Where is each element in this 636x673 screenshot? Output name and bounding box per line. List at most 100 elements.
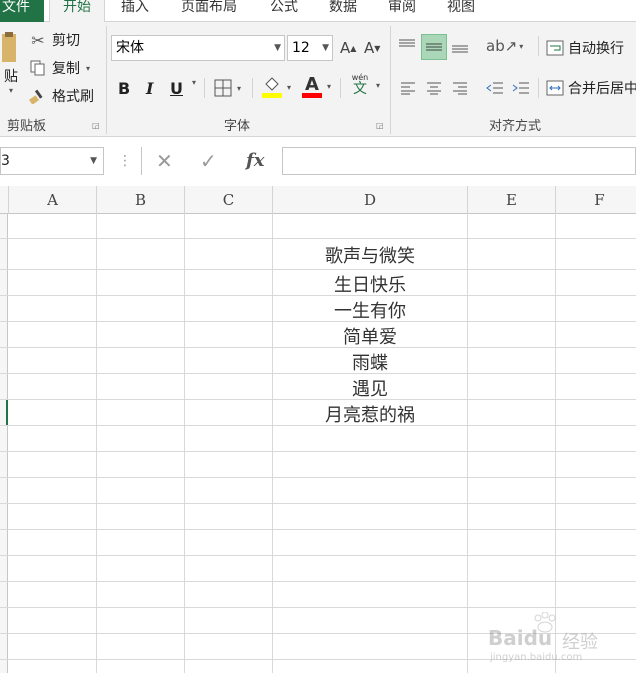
paste-icon xyxy=(2,32,16,62)
paste-button[interactable]: 贴 ▾ xyxy=(0,30,22,106)
font-color-icon: A xyxy=(302,74,322,98)
column-header-b[interactable]: B xyxy=(97,186,185,214)
align-center-button[interactable] xyxy=(426,78,444,98)
cell-d-song-6[interactable]: 遇见 xyxy=(273,375,467,400)
select-all-corner[interactable] xyxy=(0,186,9,214)
gridline xyxy=(0,451,636,452)
copy-dropdown-icon[interactable]: ▾ xyxy=(86,64,90,73)
wrap-text-icon xyxy=(546,40,564,56)
chevron-down-icon: ▾ xyxy=(519,41,524,51)
decrease-indent-icon xyxy=(486,82,503,94)
group-divider xyxy=(390,26,391,134)
tab-formulas[interactable]: 公式 xyxy=(263,0,305,22)
format-painter-label: 格式刷 xyxy=(52,89,94,105)
align-top-button[interactable] xyxy=(398,36,418,56)
italic-button[interactable]: I xyxy=(146,78,160,98)
chevron-down-icon: ▾ xyxy=(376,80,381,90)
gridline xyxy=(0,477,636,478)
tab-review[interactable]: 审阅 xyxy=(381,0,423,22)
divider xyxy=(141,147,142,175)
gridline xyxy=(0,373,636,374)
cell-d-song-1[interactable]: 歌声与微笑 xyxy=(273,242,467,268)
chevron-down-icon: ▾ xyxy=(237,83,242,93)
font-name-value: 宋体 xyxy=(116,40,144,56)
align-left-button[interactable] xyxy=(400,78,418,98)
tab-insert[interactable]: 插入 xyxy=(114,0,156,22)
column-header-f[interactable]: F xyxy=(556,186,636,214)
format-painter-button[interactable]: 格式刷 xyxy=(28,86,94,106)
column-header-a[interactable]: A xyxy=(9,186,97,214)
tab-view[interactable]: 视图 xyxy=(440,0,482,22)
gridline xyxy=(0,269,636,270)
align-left-icon xyxy=(401,82,415,95)
column-header-e[interactable]: E xyxy=(468,186,556,214)
column-header-c[interactable]: C xyxy=(185,186,273,214)
underline-dropdown-icon[interactable]: ▾ xyxy=(192,78,196,87)
align-middle-button[interactable] xyxy=(421,34,447,60)
align-bottom-button[interactable] xyxy=(451,36,471,56)
cell-d-song-2[interactable]: 生日快乐 xyxy=(273,271,467,296)
ribbon: 贴 ▾ ✂ 剪切 复制 ▾ 格式刷 剪贴板 ◲ 宋体 ▼ 12 ▼ A ▲ A ▼ … xyxy=(0,22,636,137)
font-color-button[interactable]: A ▾ xyxy=(302,74,331,98)
fill-color-button[interactable]: ▾ xyxy=(262,76,291,98)
ribbon-tabs: 文件 开始 插入 页面布局 公式 数据 审阅 视图 xyxy=(0,0,636,22)
phonetic-guide-button[interactable]: wén 文 ▾ xyxy=(350,72,380,98)
phonetic-label: 文 xyxy=(353,81,367,97)
gridline xyxy=(0,529,636,530)
paste-label: 贴 xyxy=(4,69,18,85)
wrap-text-button[interactable]: 自动换行 xyxy=(546,36,624,60)
gridline xyxy=(0,555,636,556)
clipboard-launcher-icon[interactable]: ◲ xyxy=(92,121,100,130)
cancel-icon[interactable]: ✕ xyxy=(156,147,173,175)
orientation-button[interactable]: ab↗ ▾ xyxy=(486,36,523,56)
align-right-button[interactable] xyxy=(452,78,470,98)
bold-button[interactable]: B xyxy=(118,78,132,98)
cut-button[interactable]: ✂ 剪切 xyxy=(28,30,80,50)
phonetic-icon: wén 文 xyxy=(350,73,370,97)
group-divider xyxy=(106,26,107,134)
cell-d-song-5[interactable]: 雨蝶 xyxy=(273,349,467,374)
chevron-down-icon: ▼ xyxy=(322,43,329,53)
increase-indent-button[interactable] xyxy=(512,78,532,98)
gridline xyxy=(0,238,636,239)
confirm-icon[interactable]: ✓ xyxy=(200,147,217,175)
chevron-down-icon: ▾ xyxy=(327,81,332,91)
chevron-down-icon: ▼ xyxy=(274,43,281,53)
tab-page-layout[interactable]: 页面布局 xyxy=(174,0,244,22)
font-launcher-icon[interactable]: ◲ xyxy=(376,121,384,130)
gridline xyxy=(0,503,636,504)
more-options-icon[interactable]: ⋮ xyxy=(118,147,133,175)
watermark: Baidu 经验 jingyan.baidu.com xyxy=(488,612,632,668)
borders-icon xyxy=(214,79,232,97)
underline-button[interactable]: U xyxy=(170,78,184,98)
cell-d-song-7[interactable]: 月亮惹的祸 xyxy=(273,401,467,426)
column-header-d[interactable]: D xyxy=(273,186,468,214)
font-size-value: 12 xyxy=(292,40,310,56)
insert-function-button[interactable]: fx xyxy=(246,147,264,175)
align-top-icon xyxy=(399,39,415,47)
tab-file[interactable]: 文件 xyxy=(0,0,44,22)
borders-button[interactable]: ▾ xyxy=(214,78,241,98)
copy-button[interactable]: 复制 ▾ xyxy=(28,58,90,78)
cell-d-song-3[interactable]: 一生有你 xyxy=(273,297,467,322)
formula-input[interactable] xyxy=(282,147,636,175)
worksheet-grid[interactable]: 歌声与微笑 生日快乐 一生有你 简单爱 雨蝶 遇见 月亮惹的祸 Baidu 经验… xyxy=(0,214,636,673)
gridline xyxy=(0,581,636,582)
name-box[interactable]: 3 ▼ xyxy=(0,147,104,175)
font-color-letter: A xyxy=(305,74,319,95)
cell-d-song-4[interactable]: 简单爱 xyxy=(273,323,467,348)
watermark-brand: Baidu xyxy=(488,626,553,650)
font-name-select[interactable]: 宋体 ▼ xyxy=(111,35,285,61)
decrease-font-size-icon[interactable]: A ▼ xyxy=(364,38,382,58)
brush-icon xyxy=(28,88,48,104)
decrease-indent-button[interactable] xyxy=(486,78,506,98)
tab-home[interactable]: 开始 xyxy=(49,0,105,22)
wrap-text-label: 自动换行 xyxy=(568,41,624,57)
font-size-select[interactable]: 12 ▼ xyxy=(287,35,333,61)
merge-center-button[interactable]: 合并后居中 xyxy=(546,76,636,100)
copy-icon xyxy=(28,60,48,76)
row-headers[interactable] xyxy=(0,214,8,673)
increase-font-size-icon[interactable]: A ▲ xyxy=(340,38,358,58)
tab-data[interactable]: 数据 xyxy=(322,0,364,22)
increase-indent-icon xyxy=(512,82,529,94)
